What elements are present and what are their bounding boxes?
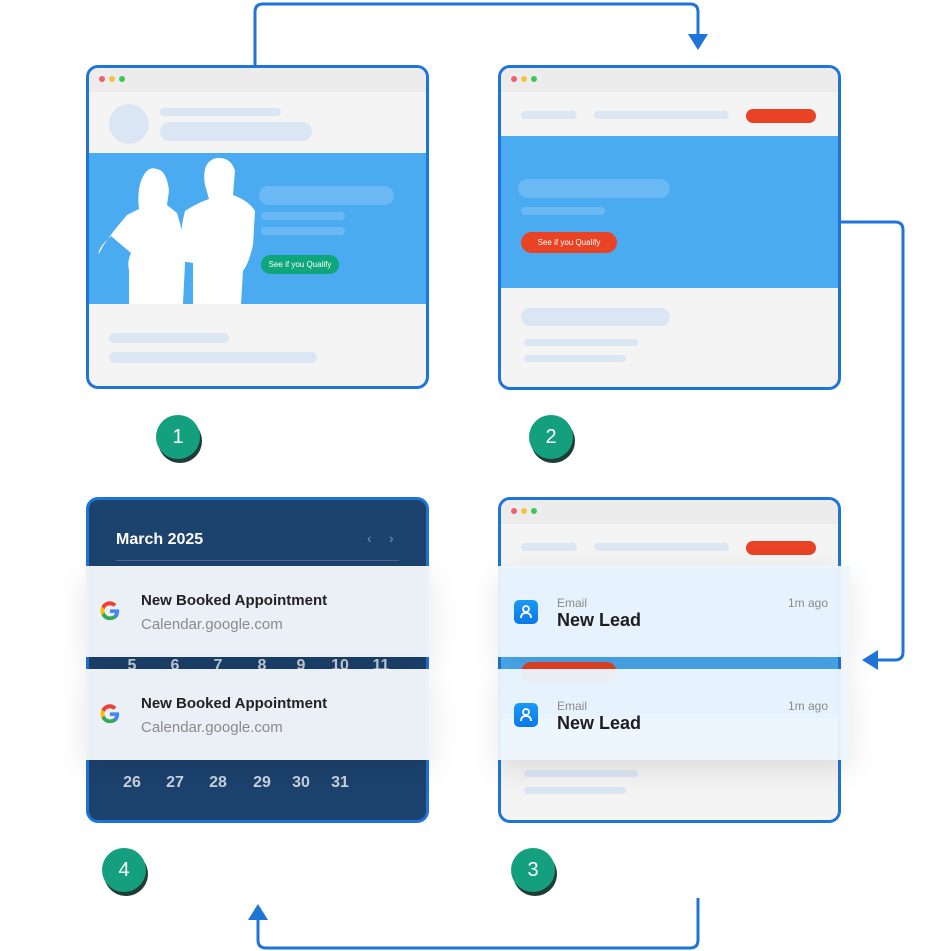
arrow-1-to-2	[253, 2, 700, 66]
notification-title: New Lead	[557, 610, 642, 630]
calendar-month: March 2025	[116, 531, 204, 548]
step-badge-1: 1	[156, 415, 200, 459]
arrowhead-left-icon	[862, 650, 878, 670]
user-icon	[514, 600, 538, 624]
close-dot-icon	[511, 76, 517, 82]
arrowhead-up-icon	[248, 904, 268, 920]
text-placeholder	[521, 207, 605, 215]
calendar-day[interactable]: 28	[209, 774, 227, 792]
notification-source: Email	[557, 596, 588, 610]
nav-cta-placeholder	[746, 541, 816, 555]
browser-titlebar	[89, 68, 426, 92]
text-placeholder	[160, 122, 312, 141]
text-placeholder	[524, 355, 626, 362]
minimize-dot-icon	[109, 76, 115, 82]
people-silhouette-icon	[98, 157, 255, 304]
nav-placeholder	[594, 543, 729, 551]
lead-notification[interactable]: Email New Lead 1m ago	[498, 669, 850, 760]
notification-subtitle: Calendar.google.com	[141, 719, 283, 736]
google-icon	[100, 704, 120, 724]
maximize-dot-icon	[119, 76, 125, 82]
browser-titlebar	[501, 68, 838, 92]
step-badge-2: 2	[529, 415, 573, 459]
text-placeholder	[109, 352, 317, 363]
qualify-button[interactable]: See if you Qualify	[521, 232, 617, 253]
maximize-dot-icon	[531, 508, 537, 514]
text-placeholder	[109, 333, 229, 343]
avatar-placeholder	[109, 104, 149, 144]
text-placeholder	[524, 770, 638, 777]
lead-capture-panel	[498, 497, 841, 823]
nav-placeholder	[521, 111, 577, 119]
arrow-3-to-4	[256, 898, 700, 950]
notification-title: New Booked Appointment	[141, 695, 328, 712]
maximize-dot-icon	[531, 76, 537, 82]
hero-section: See if you Qualify	[89, 153, 426, 304]
appointment-notification[interactable]: New Booked Appointment Calendar.google.c…	[85, 669, 431, 760]
arrowhead-down-icon	[688, 34, 708, 50]
text-placeholder	[160, 108, 281, 116]
nav-placeholder	[521, 543, 577, 551]
step-badge-4: 4	[102, 848, 146, 892]
landing-page-panel-2: See if you Qualify	[498, 65, 841, 390]
minimize-dot-icon	[521, 508, 527, 514]
qualify-button[interactable]: See if you Qualify	[261, 255, 339, 274]
browser-titlebar	[501, 500, 838, 524]
text-placeholder	[521, 308, 670, 326]
notification-title: New Lead	[557, 713, 642, 733]
calendar-day[interactable]: 30	[292, 774, 310, 792]
notification-source: Email	[557, 699, 588, 713]
calendar-day[interactable]: 26	[123, 774, 141, 792]
lead-notification[interactable]: Email New Lead 1m ago	[498, 566, 850, 657]
google-icon	[100, 601, 120, 621]
headline-placeholder	[518, 179, 670, 198]
headline-placeholder	[259, 186, 394, 205]
close-dot-icon	[99, 76, 105, 82]
calendar-day[interactable]: 29	[253, 774, 271, 792]
notification-subtitle: Calendar.google.com	[141, 616, 283, 633]
notification-title: New Booked Appointment	[141, 592, 328, 609]
landing-page-panel: See if you Qualify	[86, 65, 429, 389]
step-badge-3: 3	[511, 848, 555, 892]
text-placeholder	[524, 339, 638, 346]
calendar-panel: March 2025 ‹ › 5 6 7 8 9 10 11 26 27 28 …	[86, 497, 429, 823]
nav-placeholder	[594, 111, 729, 119]
hero-section: See if you Qualify	[501, 136, 838, 288]
text-placeholder	[524, 787, 626, 794]
notification-time: 1m ago	[787, 596, 828, 610]
text-placeholder	[261, 212, 345, 220]
appointment-notification[interactable]: New Booked Appointment Calendar.google.c…	[85, 566, 431, 657]
text-placeholder	[261, 227, 345, 235]
prev-month-icon[interactable]: ‹	[367, 530, 372, 546]
notification-time: 1m ago	[787, 699, 828, 713]
calendar-day[interactable]: 31	[331, 774, 349, 792]
next-month-icon[interactable]: ›	[389, 530, 394, 546]
close-dot-icon	[511, 508, 517, 514]
calendar-day[interactable]: 27	[166, 774, 184, 792]
nav-cta-placeholder	[746, 109, 816, 123]
header-divider	[116, 560, 399, 561]
user-icon	[514, 703, 538, 727]
minimize-dot-icon	[521, 76, 527, 82]
